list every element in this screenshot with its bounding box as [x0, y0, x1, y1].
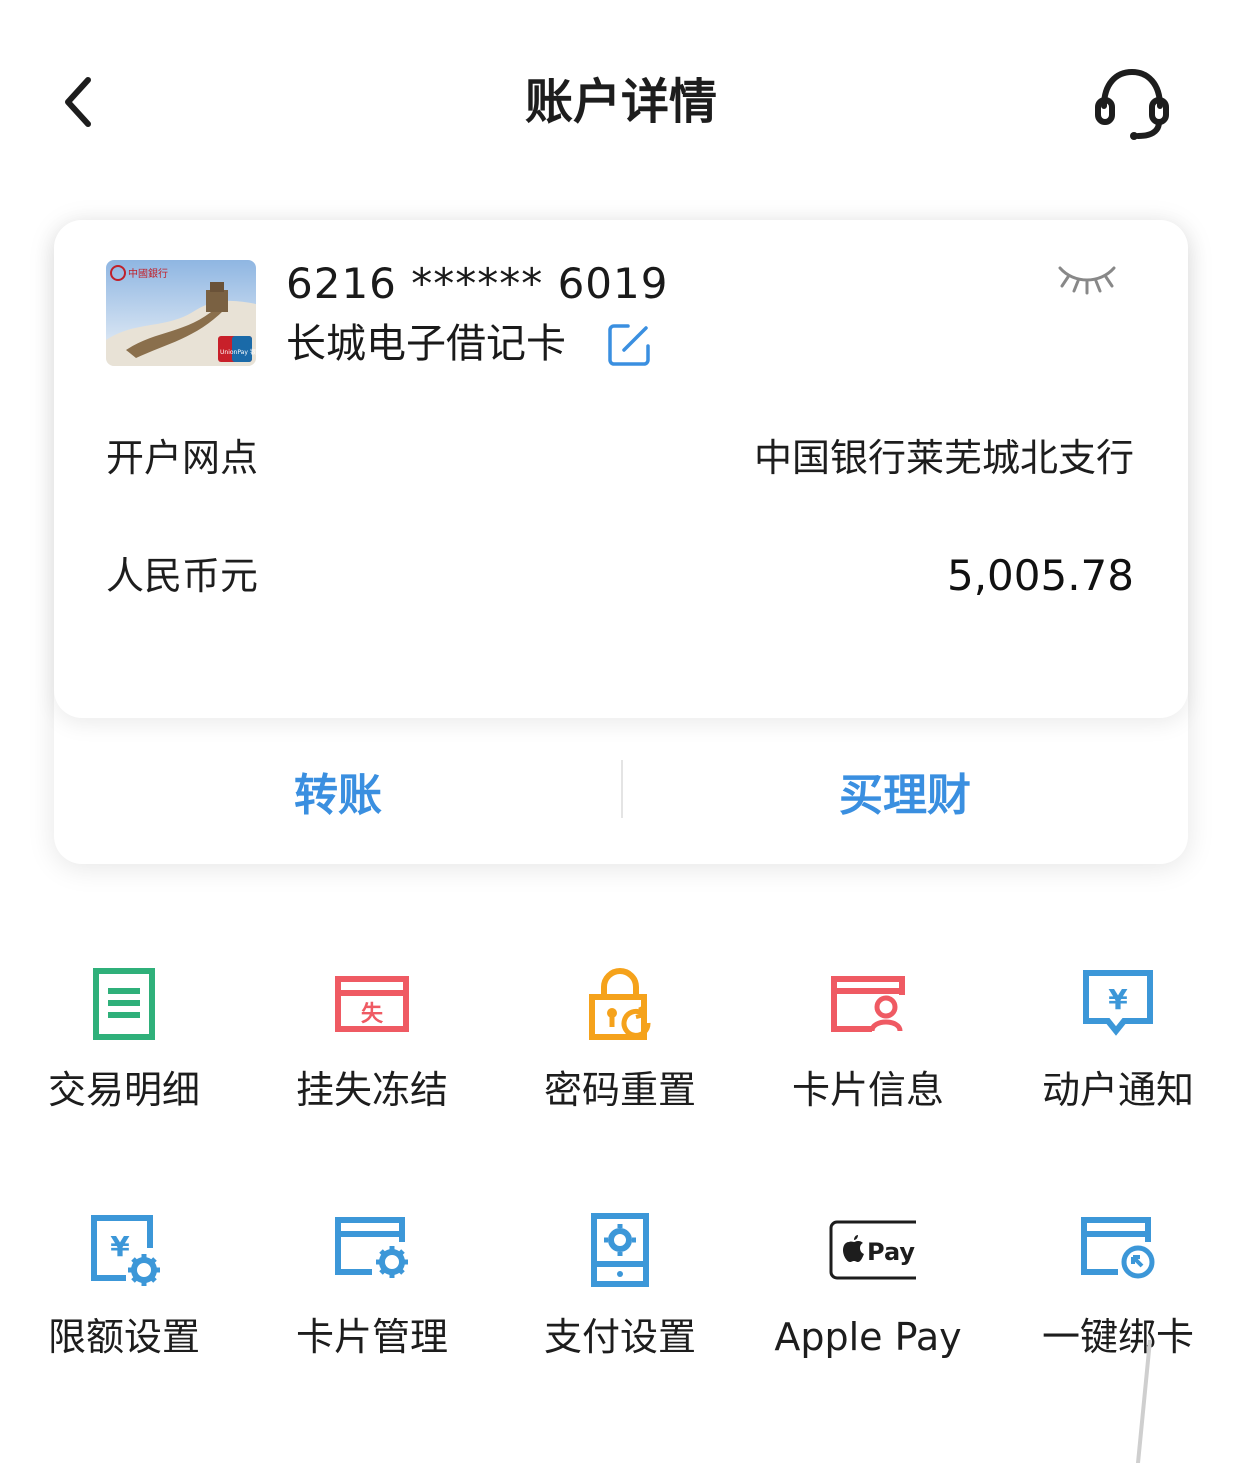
card-info-icon	[831, 976, 905, 1032]
card-number: 6216 ****** 6019	[286, 259, 669, 308]
bank-logo-text: 中國銀行	[128, 267, 168, 280]
service-apple-pay[interactable]: Pay Apple Pay	[744, 1212, 992, 1422]
balance-value: 5,005.78	[946, 551, 1134, 600]
limit-settings-icon: ¥	[91, 1215, 160, 1286]
transaction-list-icon	[93, 968, 155, 1040]
apple-pay-icon: Pay	[829, 1220, 916, 1280]
edit-icon[interactable]	[606, 320, 654, 368]
svg-text:¥: ¥	[110, 1230, 130, 1263]
service-label: 支付设置	[543, 1315, 696, 1359]
one-click-bind-icon	[1081, 1217, 1155, 1279]
hide-balance-eye-icon[interactable]	[1054, 258, 1120, 298]
branch-label: 开户网点	[106, 436, 259, 480]
service-label: 交易明细	[47, 1068, 200, 1112]
quick-actions: 转账 买理财	[54, 718, 1188, 864]
service-label: 挂失冻结	[295, 1068, 448, 1112]
svg-text:失: 失	[361, 1002, 384, 1027]
service-password-reset[interactable]: 密码重置	[496, 965, 744, 1175]
service-account-notice[interactable]: ¥ 动户通知	[994, 965, 1242, 1175]
report-loss-icon: 失	[335, 976, 409, 1032]
password-reset-icon	[589, 968, 651, 1040]
service-report-loss[interactable]: 失 挂失冻结	[248, 965, 496, 1175]
service-transaction-details[interactable]: 交易明细	[0, 965, 248, 1175]
service-label: 卡片信息	[791, 1068, 944, 1112]
transfer-button[interactable]: 转账	[54, 718, 622, 864]
unionpay-logo-text: UnionPay 银联	[220, 348, 256, 356]
account-summary: 中國銀行 UnionPay 银联 6216 ****** 6019 长城电子借记…	[54, 220, 1188, 718]
payment-settings-icon	[591, 1213, 649, 1287]
customer-service-button[interactable]	[1090, 62, 1174, 146]
service-label: 动户通知	[1041, 1068, 1194, 1112]
headset-icon	[1095, 68, 1169, 140]
service-one-click-bind[interactable]: 一键绑卡	[994, 1212, 1242, 1422]
currency-label: 人民币元	[106, 554, 259, 598]
header: 账户详情	[0, 0, 1242, 200]
service-label: 密码重置	[543, 1068, 696, 1112]
service-label: Apple Pay	[774, 1315, 962, 1359]
account-notice-icon: ¥	[1083, 970, 1153, 1036]
card-name: 长城电子借记卡	[286, 321, 566, 367]
balance-row: 人民币元 5,005.78	[106, 546, 1134, 606]
service-payment-settings[interactable]: 支付设置	[496, 1212, 744, 1422]
card-image: 中國銀行 UnionPay 银联	[106, 260, 256, 366]
branch-row: 开户网点 中国银行莱芜城北支行	[106, 428, 1134, 488]
card-management-icon	[335, 1217, 408, 1278]
service-card-info[interactable]: 卡片信息	[744, 965, 992, 1175]
svg-text:Pay: Pay	[867, 1238, 915, 1266]
scroll-indicator	[1136, 1340, 1152, 1463]
service-label: 限额设置	[47, 1315, 200, 1359]
buy-wealth-button[interactable]: 买理财	[622, 718, 1188, 864]
service-card-management[interactable]: 卡片管理	[248, 1212, 496, 1422]
account-card: 中國銀行 UnionPay 银联 6216 ****** 6019 长城电子借记…	[54, 220, 1188, 864]
service-label: 一键绑卡	[1041, 1315, 1194, 1359]
svg-text:¥: ¥	[1108, 983, 1128, 1016]
service-limit-settings[interactable]: ¥ 限额设置	[0, 1212, 248, 1422]
service-label: 卡片管理	[295, 1315, 448, 1359]
page-title: 账户详情	[524, 74, 717, 130]
branch-value: 中国银行莱芜城北支行	[753, 436, 1134, 480]
